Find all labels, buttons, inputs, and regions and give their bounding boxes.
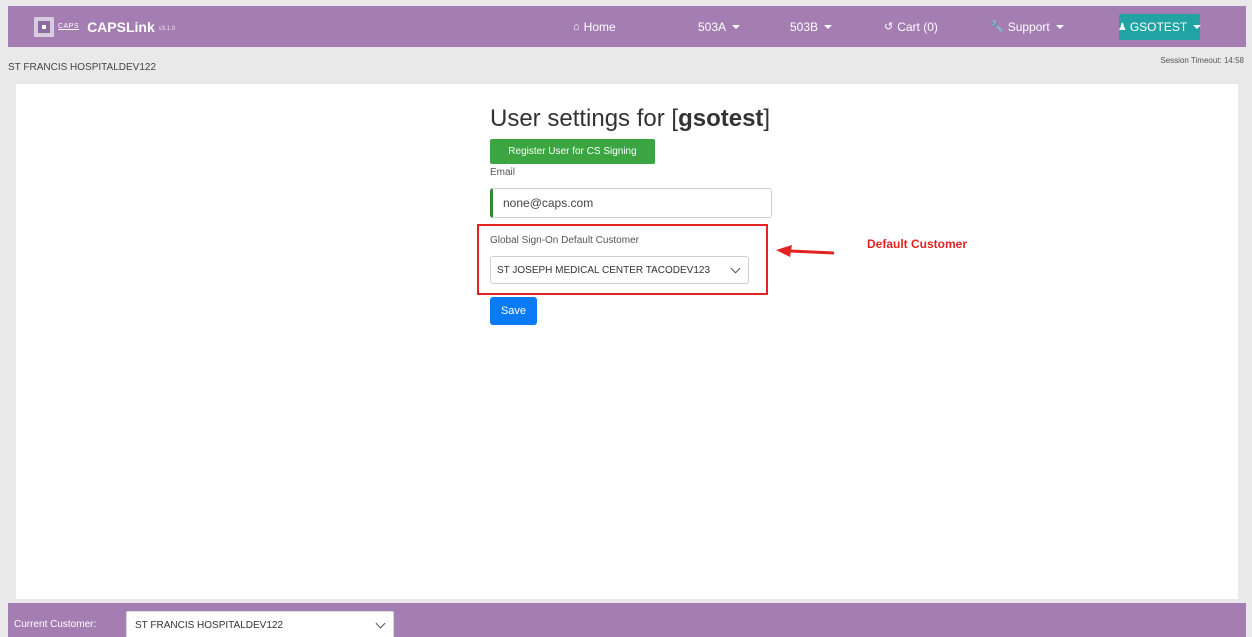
current-customer-select[interactable]: ST FRANCIS HOSPITALDEV122 bbox=[126, 611, 394, 637]
caps-logo-icon bbox=[34, 16, 54, 37]
caret-down-icon bbox=[1055, 24, 1064, 29]
current-customer-label: Current Customer: bbox=[14, 619, 97, 630]
title-suffix: ] bbox=[763, 105, 771, 132]
caret-down-icon bbox=[1193, 25, 1202, 29]
chevron-down-icon bbox=[375, 618, 386, 629]
save-button[interactable]: Save bbox=[490, 297, 537, 325]
email-field[interactable]: none@caps.com bbox=[490, 188, 772, 218]
logo-text: CAPS bbox=[58, 22, 80, 30]
register-cs-signing-button[interactable]: Register User for CS Signing bbox=[490, 139, 655, 164]
user-icon: ♟ bbox=[1117, 21, 1127, 33]
email-label: Email bbox=[490, 167, 516, 178]
title-username: gsotest bbox=[678, 105, 764, 132]
email-value: none@caps.com bbox=[503, 196, 594, 210]
caret-down-icon bbox=[824, 24, 833, 29]
nav-503b-label: 503B bbox=[790, 19, 819, 34]
top-navbar: CAPS CAPSLink v3.1.0 ⌂ Home 503A 503B ↺ … bbox=[8, 6, 1246, 47]
logo-caps-text: CAPS bbox=[58, 22, 80, 30]
nav-cart-label: Cart (0) bbox=[897, 19, 938, 34]
annotation-label: Default Customer bbox=[867, 237, 968, 251]
footer-bar: Current Customer: ST FRANCIS HOSPITALDEV… bbox=[8, 603, 1246, 637]
gso-default-customer-select[interactable]: ST JOSEPH MEDICAL CENTER TACODEV123 bbox=[490, 256, 749, 284]
nav-cart[interactable]: ↺ Cart (0) bbox=[884, 6, 938, 47]
nav-support[interactable]: 🔧 Support bbox=[990, 6, 1064, 47]
nav-home[interactable]: ⌂ Home bbox=[573, 6, 616, 47]
nav-503b[interactable]: 503B bbox=[790, 6, 833, 47]
caret-down-icon bbox=[732, 24, 741, 29]
gso-default-customer-label: Global Sign-On Default Customer bbox=[490, 235, 639, 246]
brand-version: v3.1.0 bbox=[158, 25, 176, 32]
session-timeout: Session Timeout: 14:58 bbox=[1160, 56, 1244, 65]
current-customer-value: ST FRANCIS HOSPITALDEV122 bbox=[135, 619, 284, 631]
nav-home-label: Home bbox=[583, 19, 616, 34]
home-icon: ⌂ bbox=[573, 20, 580, 33]
title-prefix: User settings for [ bbox=[490, 105, 679, 132]
nav-503a[interactable]: 503A bbox=[698, 6, 741, 47]
page-title: User settings for [gsotest] bbox=[490, 105, 770, 133]
nav-support-label: Support bbox=[1007, 19, 1050, 34]
nav-503a-label: 503A bbox=[698, 19, 727, 34]
annotation-arrow-icon bbox=[776, 245, 835, 257]
current-hospital: ST FRANCIS HOSPITALDEV122 bbox=[8, 62, 157, 73]
brand-name: CAPSLink bbox=[87, 18, 155, 35]
chevron-down-icon bbox=[730, 263, 741, 274]
user-menu-button[interactable]: ♟ GSOTEST bbox=[1117, 14, 1202, 40]
sub-header: ST FRANCIS HOSPITALDEV122 Session Timeou… bbox=[8, 56, 1246, 80]
user-menu-label: GSOTEST bbox=[1129, 20, 1188, 34]
brand[interactable]: CAPS CAPSLink v3.1.0 bbox=[34, 16, 176, 37]
cart-icon: ↺ bbox=[884, 21, 894, 33]
gso-selected-value: ST JOSEPH MEDICAL CENTER TACODEV123 bbox=[497, 264, 711, 276]
wrench-icon: 🔧 bbox=[990, 21, 1004, 33]
